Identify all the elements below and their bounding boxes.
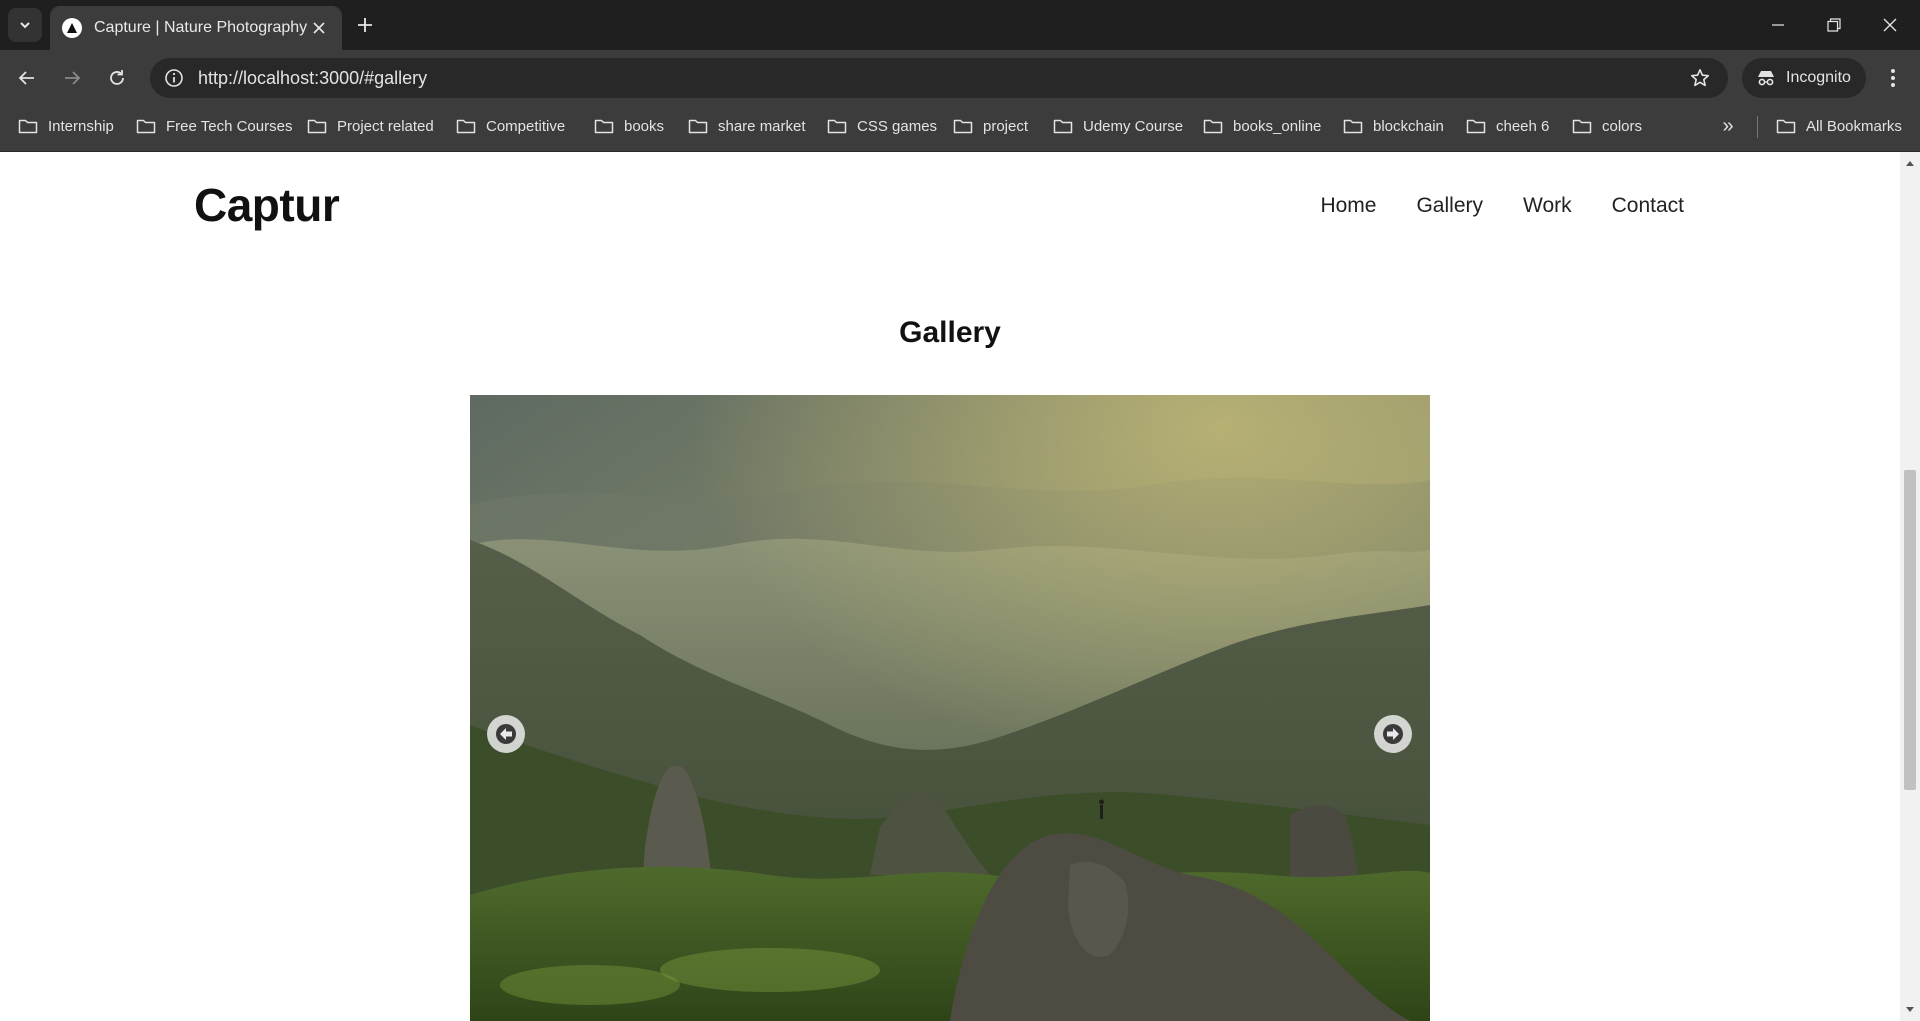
bookmark-label: colors bbox=[1602, 117, 1643, 135]
arrow-left-icon bbox=[18, 71, 34, 85]
folder-icon bbox=[1203, 119, 1223, 134]
arrow-right-icon bbox=[65, 71, 81, 85]
bookmark-label: project bbox=[983, 117, 1029, 135]
bookmark-label: Udemy Course bbox=[1083, 117, 1184, 135]
tab-title: Capture | Nature Photography bbox=[94, 19, 308, 36]
bookmark-star-icon[interactable] bbox=[1680, 58, 1720, 98]
gallery-photo bbox=[470, 395, 1430, 1021]
kebab-menu-icon bbox=[1891, 69, 1895, 87]
scroll-down-icon[interactable] bbox=[1900, 1003, 1920, 1017]
bookmark-folder[interactable]: Udemy Course bbox=[1053, 106, 1183, 146]
restore-icon bbox=[1827, 18, 1841, 32]
site-logo[interactable]: Captur bbox=[194, 178, 340, 232]
bookmark-folder[interactable]: cheeh 6 bbox=[1466, 106, 1549, 146]
carousel-prev-button[interactable] bbox=[487, 715, 525, 753]
more-bookmarks-button[interactable]: » bbox=[1713, 110, 1743, 142]
scroll-up-icon[interactable] bbox=[1900, 156, 1920, 170]
bookmark-label: Free Tech Courses bbox=[166, 117, 293, 135]
bookmark-folder[interactable]: CSS games bbox=[827, 106, 937, 146]
minimize-icon bbox=[1772, 24, 1784, 26]
bookmark-label: CSS games bbox=[857, 117, 938, 135]
reload-button[interactable] bbox=[99, 60, 135, 96]
bookmark-folder[interactable]: share market bbox=[688, 106, 806, 146]
incognito-indicator[interactable]: Incognito bbox=[1742, 58, 1866, 98]
bookmarks-divider bbox=[1757, 116, 1758, 138]
browser-toolbar: http://localhost:3000/#gallery Incognito bbox=[0, 50, 1920, 106]
bookmark-label: blockchain bbox=[1373, 117, 1444, 135]
scrollbar-thumb[interactable] bbox=[1904, 470, 1916, 790]
url-text[interactable]: http://localhost:3000/#gallery bbox=[198, 68, 1680, 89]
carousel-next-button[interactable] bbox=[1374, 715, 1412, 753]
bookmark-label: Internship bbox=[48, 117, 114, 135]
bookmark-folder[interactable]: project bbox=[953, 106, 1028, 146]
bookmark-label: cheeh 6 bbox=[1496, 117, 1550, 135]
bookmark-folder[interactable]: Internship bbox=[18, 106, 114, 146]
folder-icon bbox=[827, 119, 847, 134]
tab-bar: Capture | Nature Photography bbox=[0, 0, 1920, 50]
folder-icon bbox=[1776, 119, 1796, 134]
bookmark-label: books bbox=[624, 117, 665, 135]
site-info-icon[interactable] bbox=[154, 58, 194, 98]
folder-icon bbox=[136, 119, 156, 134]
plus-icon bbox=[358, 18, 372, 32]
restore-button[interactable] bbox=[1806, 0, 1862, 50]
incognito-icon bbox=[1758, 71, 1774, 86]
arrow-right-icon bbox=[1383, 724, 1403, 744]
nav-link-work[interactable]: Work bbox=[1523, 194, 1572, 218]
forward-button[interactable] bbox=[54, 60, 90, 96]
new-tab-button[interactable] bbox=[350, 10, 380, 40]
tab-search-button[interactable] bbox=[8, 8, 42, 42]
bookmark-folder[interactable]: Competitive bbox=[456, 106, 565, 146]
folder-icon bbox=[307, 119, 327, 134]
folder-icon bbox=[1466, 119, 1486, 134]
bookmark-folder[interactable]: books bbox=[594, 106, 664, 146]
bookmark-folder[interactable]: Project related bbox=[307, 106, 434, 146]
bookmark-folder[interactable]: colors bbox=[1572, 106, 1642, 146]
chevron-down-icon bbox=[20, 22, 30, 29]
site-favicon-icon bbox=[62, 18, 82, 38]
bookmarks-bar: Internship Free Tech Courses Project rel… bbox=[0, 106, 1920, 152]
bookmark-label: books_online bbox=[1233, 117, 1322, 135]
bookmark-folder[interactable]: blockchain bbox=[1343, 106, 1444, 146]
page-viewport: Captur Home Gallery Work Contact Gallery bbox=[0, 152, 1900, 1021]
reload-icon bbox=[110, 70, 124, 85]
folder-icon bbox=[1053, 119, 1073, 134]
close-icon bbox=[1883, 18, 1897, 32]
folder-icon bbox=[953, 119, 973, 134]
arrow-left-icon bbox=[496, 724, 516, 744]
folder-icon bbox=[1343, 119, 1363, 134]
back-button[interactable] bbox=[9, 60, 45, 96]
folder-icon bbox=[594, 119, 614, 134]
minimize-button[interactable] bbox=[1750, 0, 1806, 50]
gallery-carousel bbox=[470, 395, 1430, 1021]
address-bar[interactable]: http://localhost:3000/#gallery bbox=[150, 58, 1728, 98]
close-window-button[interactable] bbox=[1862, 0, 1918, 50]
bookmark-folder[interactable]: books_online bbox=[1203, 106, 1321, 146]
site-nav: Home Gallery Work Contact bbox=[1320, 194, 1684, 218]
bookmark-label: Competitive bbox=[486, 117, 566, 135]
all-bookmarks-folder[interactable]: All Bookmarks bbox=[1776, 106, 1902, 146]
folder-icon bbox=[688, 119, 708, 134]
nav-link-gallery[interactable]: Gallery bbox=[1416, 194, 1483, 218]
bookmark-label: Project related bbox=[337, 117, 434, 135]
close-tab-icon[interactable] bbox=[308, 17, 330, 39]
folder-icon bbox=[18, 119, 38, 134]
nav-link-contact[interactable]: Contact bbox=[1612, 194, 1684, 218]
folder-icon bbox=[456, 119, 476, 134]
bookmark-label: share market bbox=[718, 117, 806, 135]
bookmark-folder[interactable]: Free Tech Courses bbox=[136, 106, 292, 146]
bookmark-label: All Bookmarks bbox=[1806, 117, 1902, 135]
active-tab[interactable]: Capture | Nature Photography bbox=[50, 6, 342, 50]
incognito-label: Incognito bbox=[1786, 69, 1851, 86]
gallery-heading: Gallery bbox=[899, 316, 1001, 349]
browser-menu-button[interactable] bbox=[1876, 60, 1910, 96]
nav-link-home[interactable]: Home bbox=[1320, 194, 1376, 218]
folder-icon bbox=[1572, 119, 1592, 134]
page-scrollbar[interactable] bbox=[1900, 152, 1920, 1021]
